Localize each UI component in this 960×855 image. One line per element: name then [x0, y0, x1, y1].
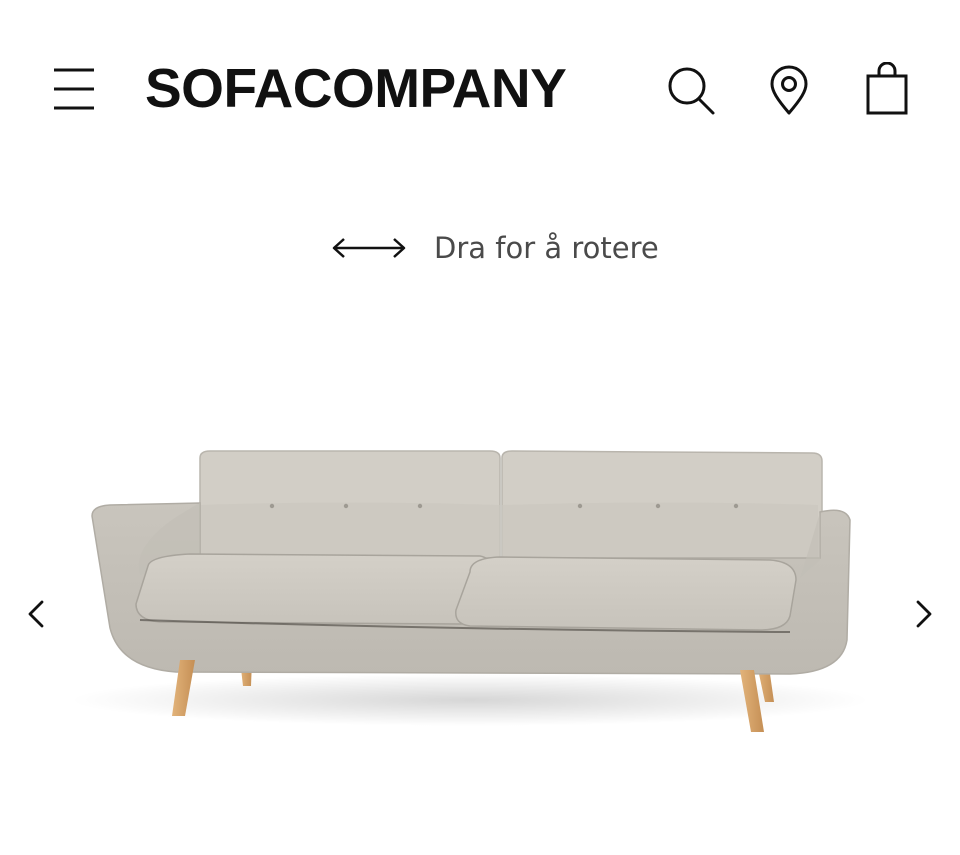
- sofa-product-image: [70, 450, 870, 732]
- store-locator-button[interactable]: [764, 62, 816, 118]
- double-arrow-icon: [332, 238, 406, 258]
- rotate-hint: Dra for å rotere: [330, 222, 659, 274]
- menu-button[interactable]: [50, 64, 98, 116]
- cart-button[interactable]: [862, 61, 914, 118]
- location-pin-icon: [770, 65, 808, 115]
- chevron-left-icon: [28, 600, 44, 628]
- brand-logo[interactable]: SOFACOMPANY: [145, 52, 567, 124]
- menu-icon: [54, 68, 94, 110]
- chevron-right-icon: [916, 600, 932, 628]
- next-image-button[interactable]: [904, 592, 940, 636]
- search-icon: [668, 67, 715, 115]
- shopping-bag-icon: [866, 61, 908, 115]
- product-360-viewer[interactable]: [0, 400, 960, 760]
- search-button[interactable]: [664, 62, 716, 118]
- site-header: SOFACOMPANY: [0, 0, 960, 180]
- rotate-hint-label: Dra for å rotere: [434, 231, 659, 265]
- previous-image-button[interactable]: [20, 592, 56, 636]
